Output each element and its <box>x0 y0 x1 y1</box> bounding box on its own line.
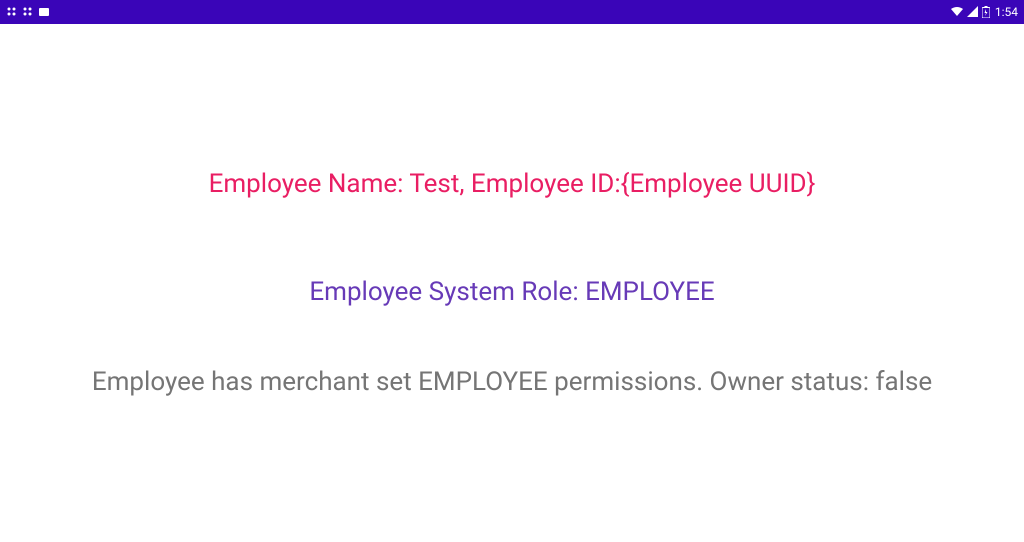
notification-icon <box>6 6 18 18</box>
status-right-icons: 1:54 <box>950 5 1018 19</box>
employee-permissions-text: Employee has merchant set EMPLOYEE permi… <box>92 367 932 397</box>
notification-icon-2 <box>22 6 34 18</box>
main-content: Employee Name: Test, Employee ID:{Employ… <box>0 24 1024 397</box>
status-left-icons <box>6 6 50 18</box>
signal-icon <box>967 6 979 18</box>
status-bar: 1:54 <box>0 0 1024 24</box>
employee-role-text: Employee System Role: EMPLOYEE <box>309 277 714 307</box>
card-icon <box>38 6 50 18</box>
wifi-icon <box>950 6 964 18</box>
employee-name-id-text: Employee Name: Test, Employee ID:{Employ… <box>209 169 816 199</box>
battery-icon <box>982 6 990 18</box>
status-time: 1:54 <box>995 5 1018 19</box>
